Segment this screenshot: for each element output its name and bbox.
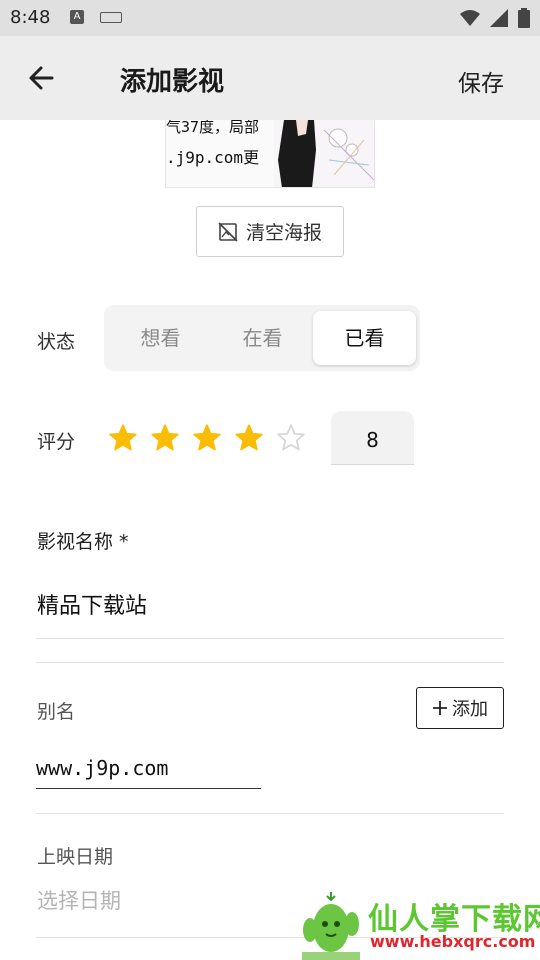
status-segmented-control: 想看 在看 已看 — [104, 305, 420, 371]
status-option-watching[interactable]: 在看 — [211, 311, 314, 365]
star-5-icon[interactable] — [276, 423, 306, 453]
signal-icon — [490, 9, 508, 27]
alias-input[interactable]: www.j9p.com — [36, 753, 261, 789]
release-date-picker[interactable]: 选择日期 — [37, 885, 121, 915]
app-bar: 添加影视 保存 — [0, 36, 540, 120]
status-bar: 8:48 A — [0, 0, 540, 36]
input-method-icon: A — [70, 10, 84, 24]
add-alias-button[interactable]: 添加 — [416, 687, 504, 729]
poster-image[interactable]: 气37度，局部 .j9p.com更 — [165, 120, 375, 188]
poster-text-line1: 气37度，局部 — [166, 120, 260, 136]
keyboard-icon — [100, 12, 122, 23]
poster-text-line2: .j9p.com更 — [166, 148, 260, 167]
clear-poster-button[interactable]: 清空海报 — [196, 206, 344, 257]
add-alias-label: 添加 — [452, 699, 488, 720]
name-divider — [36, 638, 504, 639]
image-off-icon — [218, 221, 238, 242]
rating-value-input[interactable]: 8 — [331, 411, 414, 465]
status-icons — [460, 8, 530, 28]
watermark-url: www.hebxqrc.com — [370, 932, 536, 951]
page-title: 添加影视 — [120, 67, 225, 97]
star-2-icon[interactable] — [150, 423, 180, 453]
save-button[interactable]: 保存 — [458, 64, 504, 98]
section-divider — [36, 662, 504, 663]
rating-label: 评分 — [37, 431, 76, 453]
status-time: 8:48 — [10, 7, 51, 28]
star-4-icon[interactable] — [234, 423, 264, 453]
star-1-icon[interactable] — [108, 423, 138, 453]
name-label: 影视名称 * — [37, 531, 129, 553]
name-input[interactable]: 精品下载站 — [37, 588, 147, 620]
alias-label: 别名 — [37, 701, 76, 723]
star-3-icon[interactable] — [192, 423, 222, 453]
battery-icon — [518, 8, 530, 28]
wifi-icon — [460, 10, 480, 26]
back-arrow-icon[interactable] — [22, 60, 62, 96]
add-movie-screen: 8:48 A 添加影视 保存 气37度，局部 .j9p.com更 清空海报 状态… — [0, 0, 540, 960]
plus-icon — [433, 701, 447, 715]
status-option-watched[interactable]: 已看 — [313, 311, 416, 365]
site-watermark: 仙人掌下载网 www.hebxqrc.com — [298, 890, 540, 960]
status-label: 状态 — [37, 331, 76, 353]
cactus-logo-icon — [302, 892, 360, 960]
alias-divider — [36, 813, 504, 814]
release-date-label: 上映日期 — [37, 846, 114, 868]
clear-poster-label: 清空海报 — [245, 222, 322, 244]
status-option-want[interactable]: 想看 — [109, 311, 212, 365]
poster-illustration — [274, 120, 374, 187]
